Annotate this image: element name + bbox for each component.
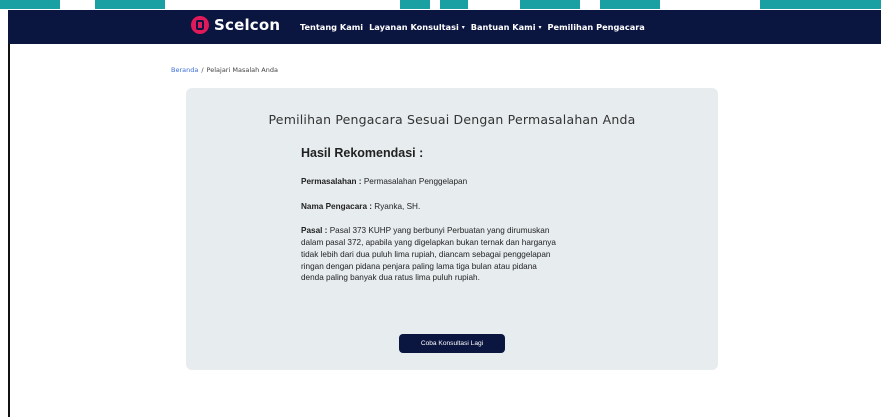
breadcrumb-current: Pelajari Masalah Anda	[206, 66, 278, 74]
result-card: Pemilihan Pengacara Sesuai Dengan Permas…	[186, 88, 718, 370]
problem-label: Permasalahan :	[301, 177, 362, 186]
nav-item-bantuan-kami[interactable]: Bantuan Kami ▾	[471, 22, 542, 32]
problem-value: Permasalahan Penggelapan	[363, 177, 468, 186]
lawyer-value: Ryanka, SH.	[374, 201, 421, 211]
breadcrumb: Beranda / Pelajari Masalah Anda	[171, 66, 278, 74]
logo-icon	[191, 16, 209, 34]
nav-label: Layanan Konsultasi	[369, 22, 459, 32]
nav-item-tentang-kami[interactable]: Tentang Kami	[300, 22, 363, 32]
main-nav: Tentang Kami Layanan Konsultasi ▾ Bantua…	[300, 22, 645, 32]
brand-name: Scelcon	[214, 16, 281, 34]
nav-label: Pemilihan Pengacara	[547, 22, 645, 32]
chevron-down-icon: ▾	[538, 23, 542, 31]
article-row: Pasal : Pasal 373 KUHP yang berbunyi Per…	[301, 225, 561, 284]
article-value: Pasal 373 KUHP yang berbunyi Perbuatan y…	[301, 226, 556, 283]
recommendation-result: Hasil Rekomendasi : Permasalahan : Perma…	[301, 146, 561, 297]
lawyer-label: Nama Pengacara :	[301, 201, 372, 211]
breadcrumb-home-link[interactable]: Beranda	[171, 66, 198, 74]
nav-label: Bantuan Kami	[470, 22, 536, 32]
brand[interactable]: Scelcon	[191, 16, 280, 34]
navbar: Scelcon Tentang Kami Layanan Konsultasi …	[8, 10, 881, 44]
watermark-strip	[0, 0, 881, 10]
problem-row: Permasalahan : Permasalahan Penggelapan	[301, 176, 561, 188]
retry-consultation-button[interactable]: Coba Konsultasi Lagi	[399, 334, 505, 353]
article-label: Pasal :	[301, 226, 328, 236]
page-title: Pemilihan Pengacara Sesuai Dengan Permas…	[268, 112, 636, 127]
nav-item-layanan-konsultasi[interactable]: Layanan Konsultasi ▾	[369, 22, 465, 32]
nav-item-pemilihan-pengacara[interactable]: Pemilihan Pengacara	[548, 22, 645, 32]
breadcrumb-separator: /	[201, 66, 204, 74]
result-heading: Hasil Rekomendasi :	[301, 146, 424, 160]
chevron-down-icon: ▾	[461, 23, 465, 31]
lawyer-row: Nama Pengacara : Ryanka, SH.	[301, 201, 561, 213]
nav-label: Tentang Kami	[300, 22, 364, 32]
